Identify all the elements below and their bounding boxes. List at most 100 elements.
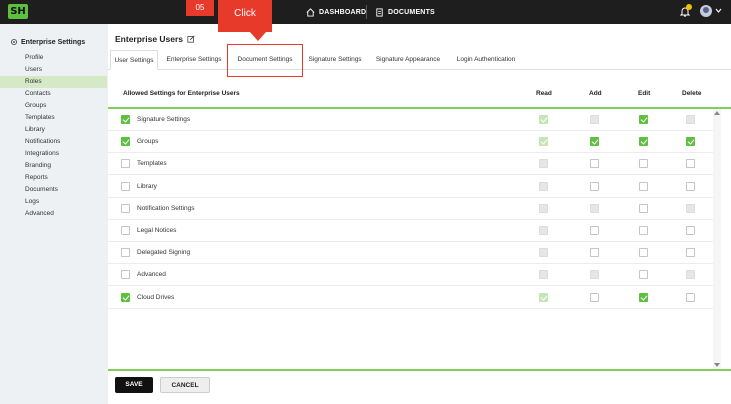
nav-dashboard-label: DASHBOARD (319, 8, 367, 16)
nav-dashboard[interactable]: DASHBOARD (306, 0, 366, 24)
table-row: Legal Notices (108, 220, 713, 242)
allowed-checkbox[interactable] (121, 137, 130, 147)
delete-checkbox[interactable] (686, 292, 695, 302)
allowed-checkbox[interactable] (121, 292, 130, 302)
callout-arrow-icon (250, 32, 266, 41)
nav-documents[interactable]: DOCUMENTS (375, 0, 435, 24)
table-row: Signature Settings (108, 109, 713, 131)
sidebar-item-documents[interactable]: Documents (0, 184, 107, 196)
add-checkbox[interactable] (590, 292, 599, 302)
delete-checkbox (686, 115, 695, 124)
add-checkbox (590, 115, 599, 124)
delete-checkbox[interactable] (686, 137, 695, 147)
sidebar-title: Enterprise Settings (10, 38, 85, 46)
sidebar-item-library[interactable]: Library (0, 124, 107, 136)
table-row: Delegated Signing (108, 242, 713, 265)
delete-checkbox[interactable] (686, 226, 695, 235)
sidebar-item-branding[interactable]: Branding (0, 160, 107, 172)
gear-icon (10, 38, 18, 46)
scroll-up-arrow-icon[interactable] (714, 111, 720, 115)
add-checkbox[interactable] (590, 226, 599, 235)
read-checkbox (539, 270, 548, 280)
table-row: Notification Settings (108, 198, 713, 220)
allowed-checkbox[interactable] (121, 181, 130, 191)
page-title: Enterprise Users (115, 34, 195, 44)
add-checkbox[interactable] (590, 159, 599, 169)
header-read: Read (536, 90, 552, 97)
header-edit: Edit (638, 90, 651, 97)
sidebar-item-reports[interactable]: Reports (0, 172, 107, 184)
edit-checkbox[interactable] (639, 181, 648, 191)
edit-checkbox[interactable] (639, 137, 648, 147)
read-checkbox (539, 159, 548, 169)
cancel-button[interactable]: CANCEL (160, 377, 210, 393)
tab-signature-settings[interactable]: Signature Settings (304, 50, 366, 70)
tutorial-step-badge: 05 (186, 0, 214, 16)
sidebar-item-users[interactable]: Users (0, 64, 107, 76)
edit-checkbox[interactable] (639, 203, 648, 213)
setting-label: Advanced (137, 271, 166, 279)
setting-label: Groups (137, 138, 159, 146)
delete-checkbox[interactable] (686, 181, 695, 191)
sidebar-item-groups[interactable]: Groups (0, 100, 107, 112)
save-button[interactable]: SAVE (115, 377, 153, 393)
main-panel: Enterprise Users User Settings Enterpris… (108, 24, 731, 404)
delete-checkbox[interactable] (686, 248, 695, 258)
sidebar-item-roles[interactable]: Roles (0, 76, 107, 88)
table-scrollbar[interactable] (713, 109, 721, 369)
delete-checkbox[interactable] (686, 159, 695, 169)
add-checkbox[interactable] (590, 181, 599, 191)
add-checkbox[interactable] (590, 248, 599, 258)
top-navigation-bar: SH DASHBOARD DOCUMENTS (0, 0, 731, 24)
chevron-down-icon[interactable] (715, 8, 722, 13)
sidebar-item-contacts[interactable]: Contacts (0, 88, 107, 100)
nav-divider (366, 5, 367, 19)
read-checkbox (539, 248, 548, 258)
read-checkbox (539, 181, 548, 191)
permissions-table: Signature Settings Groups Templates Library… (108, 107, 731, 369)
add-checkbox[interactable] (590, 137, 599, 147)
setting-label: Legal Notices (137, 227, 177, 234)
edit-checkbox[interactable] (639, 270, 648, 280)
read-checkbox (539, 115, 548, 124)
sidebar-item-logs[interactable]: Logs (0, 196, 107, 208)
edit-checkbox[interactable] (639, 115, 648, 124)
table-row: Advanced (108, 264, 713, 287)
sidebar-item-notifications[interactable]: Notifications (0, 136, 107, 148)
table-row: Groups (108, 131, 713, 154)
sidebar-item-templates[interactable]: Templates (0, 112, 107, 124)
tab-enterprise-settings[interactable]: Enterprise Settings (162, 50, 226, 70)
edit-checkbox[interactable] (639, 226, 648, 235)
settings-tabs: User Settings Enterprise Settings Docume… (108, 50, 731, 70)
allowed-checkbox[interactable] (121, 159, 130, 169)
edit-checkbox[interactable] (639, 159, 648, 169)
sidebar-item-advanced[interactable]: Advanced (0, 208, 107, 220)
click-callout: Click (218, 0, 272, 32)
user-avatar[interactable] (700, 5, 712, 17)
add-checkbox (590, 270, 599, 280)
sidebar: Enterprise Settings Profile Users Roles … (0, 24, 107, 404)
tab-login-authentication[interactable]: Login Authentication (452, 50, 520, 70)
delete-checkbox (686, 270, 695, 280)
edit-icon[interactable] (187, 35, 195, 43)
tab-signature-appearance[interactable]: Signature Appearance (372, 50, 444, 70)
setting-label: Notification Settings (137, 204, 195, 212)
nav-documents-label: DOCUMENTS (388, 8, 435, 16)
permissions-table-header: Allowed Settings for Enterprise Users Re… (108, 84, 731, 104)
setting-label: Delegated Signing (137, 249, 191, 257)
allowed-checkbox[interactable] (121, 270, 130, 280)
edit-checkbox[interactable] (639, 248, 648, 258)
notification-badge (686, 4, 692, 10)
read-checkbox (539, 203, 548, 213)
scroll-down-arrow-icon[interactable] (714, 363, 720, 367)
app-logo[interactable]: SH (8, 4, 28, 19)
sidebar-item-profile[interactable]: Profile (0, 52, 107, 64)
tab-user-settings[interactable]: User Settings (110, 50, 158, 70)
allowed-checkbox[interactable] (121, 115, 130, 124)
page-title-label: Enterprise Users (115, 34, 184, 44)
allowed-checkbox[interactable] (121, 203, 130, 213)
sidebar-item-integrations[interactable]: Integrations (0, 148, 107, 160)
allowed-checkbox[interactable] (121, 226, 130, 235)
edit-checkbox[interactable] (639, 292, 648, 302)
allowed-checkbox[interactable] (121, 248, 130, 258)
